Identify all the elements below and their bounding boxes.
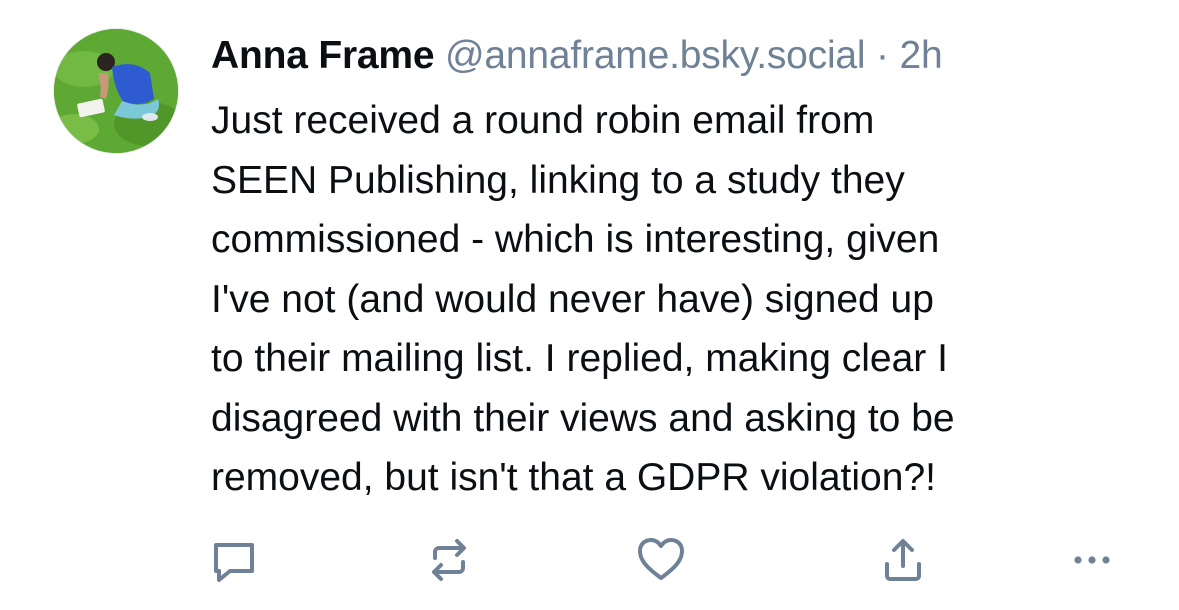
meta-separator: · — [876, 34, 889, 77]
like-icon — [638, 538, 684, 580]
share-icon — [885, 539, 921, 581]
repost-button[interactable] — [422, 533, 476, 587]
post-text-line: to their mailing list. I replied, making… — [211, 337, 948, 380]
post-text: Just received a round robin email from S… — [211, 91, 1151, 508]
avatar-image — [54, 29, 178, 153]
reply-button[interactable] — [207, 533, 261, 587]
post-content: Anna Frame @annaframe.bsky.social · 2h J… — [211, 26, 1151, 508]
reply-icon — [214, 543, 254, 582]
more-options-button[interactable] — [1065, 533, 1119, 587]
author-name[interactable]: Anna Frame — [211, 34, 435, 77]
post-text-line: SEEN Publishing, linking to a study they — [211, 158, 905, 202]
post-timestamp[interactable]: 2h — [899, 34, 942, 77]
avatar[interactable] — [54, 29, 178, 153]
more-icon — [1074, 556, 1110, 564]
post-text-line: removed, but isn't that a GDPR violation… — [211, 456, 936, 499]
post-card[interactable]: Anna Frame @annaframe.bsky.social · 2h J… — [0, 0, 1179, 610]
post-text-line: commissioned - which is interesting, giv… — [211, 218, 940, 261]
author-handle[interactable]: @annaframe.bsky.social — [445, 34, 866, 77]
post-text-line: I've not (and would never have) signed u… — [211, 277, 934, 321]
post-text-line: disagreed with their views and asking to… — [211, 396, 955, 440]
post-header: Anna Frame @annaframe.bsky.social · 2h — [211, 26, 1151, 86]
post-text-line: Just received a round robin email from — [211, 99, 875, 142]
share-button[interactable] — [876, 533, 930, 587]
post-actions-bar — [211, 533, 1131, 587]
like-button[interactable] — [634, 533, 688, 587]
repost-icon — [432, 539, 466, 581]
